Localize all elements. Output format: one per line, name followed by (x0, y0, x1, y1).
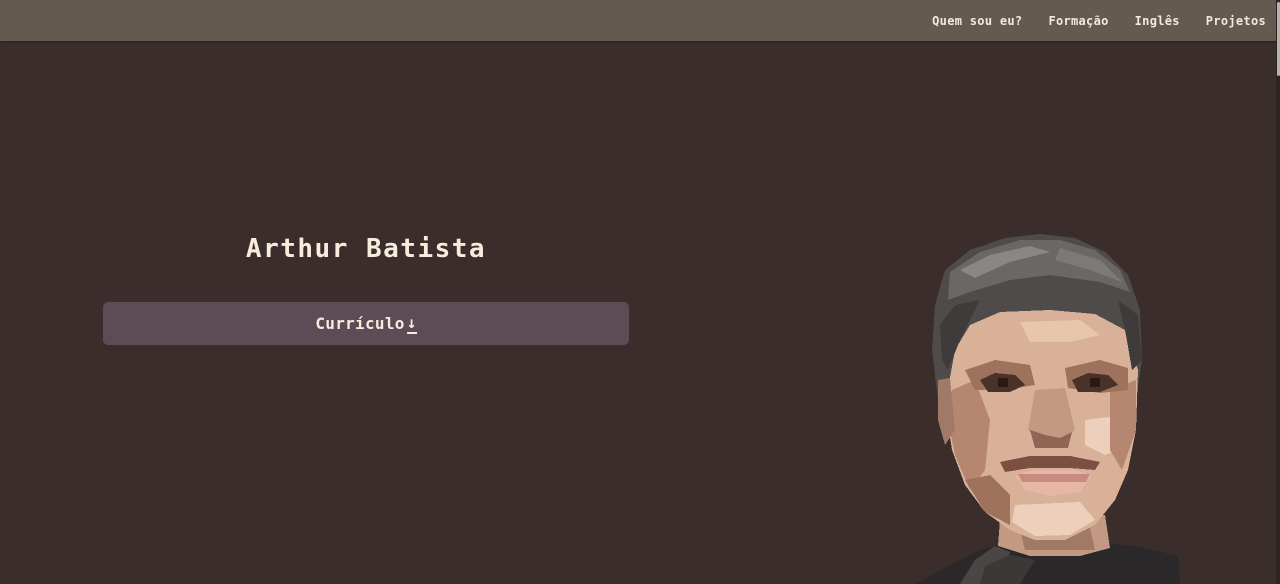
hero-name: Arthur Batista (245, 234, 487, 264)
nav-link-projetos[interactable]: Projetos (1206, 14, 1266, 28)
curriculo-download-button[interactable]: Currículo ↓ (103, 302, 629, 345)
download-arrow-icon: ↓ (406, 312, 417, 334)
nav-link-formacao[interactable]: Formação (1048, 14, 1108, 28)
nav-links: Quem sou eu? Formação Inglês Projetos (932, 0, 1266, 41)
curriculo-button-label: Currículo (315, 314, 405, 333)
pixel-art-portrait (915, 234, 1180, 584)
nav-link-ingles[interactable]: Inglês (1135, 14, 1180, 28)
page-scrollbar[interactable] (1276, 0, 1280, 584)
nav-link-quem-sou-eu[interactable]: Quem sou eu? (932, 14, 1022, 28)
top-navbar: Quem sou eu? Formação Inglês Projetos (0, 0, 1276, 41)
